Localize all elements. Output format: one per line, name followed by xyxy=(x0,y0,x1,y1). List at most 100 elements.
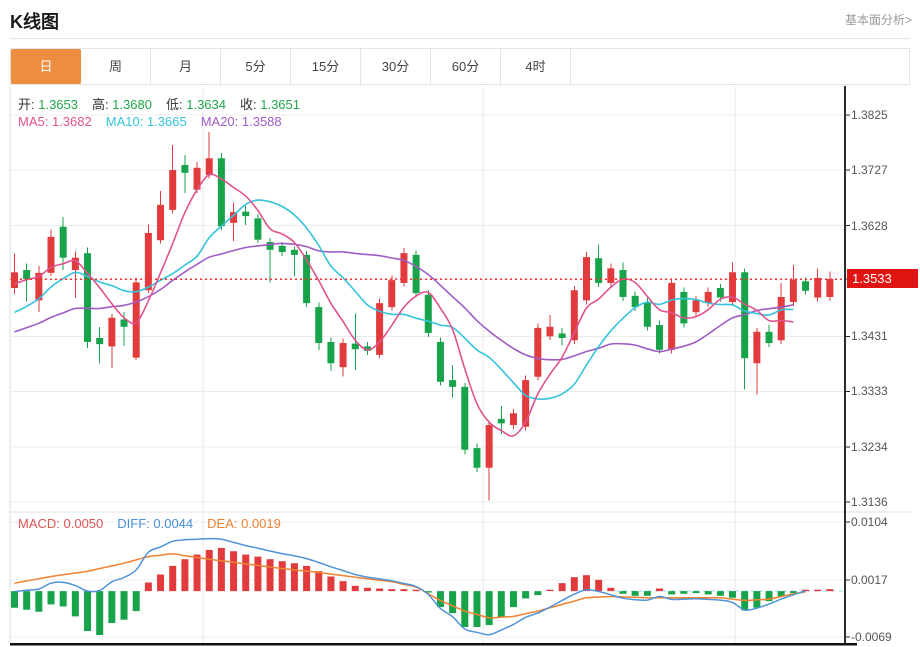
legend-item: 收: 1.3651 xyxy=(240,97,300,112)
price-tick-label: 1.3136 xyxy=(851,495,888,509)
macd-bar-up xyxy=(169,566,176,591)
candle-body-up xyxy=(705,292,712,303)
macd-bar-down xyxy=(717,591,724,596)
candle-body-up xyxy=(108,318,115,347)
macd-bar-down xyxy=(449,591,456,613)
legend-item: 开: 1.3653 xyxy=(18,97,78,112)
macd-bar-down xyxy=(121,591,128,620)
ma20-line xyxy=(15,243,794,360)
macd-bar-up xyxy=(814,590,821,591)
macd-tick-label: 0.0017 xyxy=(851,573,888,587)
macd-bar-up xyxy=(206,550,213,591)
candle-body-up xyxy=(72,258,79,270)
macd-bar-down xyxy=(498,591,505,617)
macd-tick-label: 0.0104 xyxy=(851,515,888,529)
price-tick-label: 1.3431 xyxy=(851,329,888,343)
candle-body-up xyxy=(388,280,395,307)
macd-bar-down xyxy=(644,591,651,596)
candle-body-down xyxy=(254,218,261,239)
macd-bar-up xyxy=(413,590,420,591)
legend-item: DEA: 0.0019 xyxy=(207,516,281,531)
price-tick-label: 1.3628 xyxy=(851,219,888,233)
macd-bar-up xyxy=(157,575,164,592)
ma5-line xyxy=(15,174,794,436)
candle-body-up xyxy=(145,233,152,290)
legend-item: MA20: 1.3588 xyxy=(201,114,282,129)
macd-bar-up xyxy=(388,589,395,591)
macd-bar-down xyxy=(35,591,42,612)
candle-body-down xyxy=(559,333,566,337)
macd-bar-up xyxy=(656,588,663,591)
candle-body-down xyxy=(717,288,724,298)
macd-bar-down xyxy=(680,591,687,594)
candle-body-up xyxy=(534,328,541,377)
macd-bar-down xyxy=(60,591,67,606)
macd-bar-up xyxy=(327,577,334,592)
price-tick-label: 1.3727 xyxy=(851,163,888,177)
macd-bar-up xyxy=(267,559,274,591)
macd-bar-up xyxy=(595,580,602,591)
legend-item: 高: 1.3680 xyxy=(92,97,152,112)
macd-bar-up xyxy=(352,586,359,591)
legend-item: DIFF: 0.0044 xyxy=(117,516,193,531)
macd-bar-down xyxy=(108,591,115,623)
candle-body-up xyxy=(169,170,176,210)
macd-bar-up xyxy=(571,577,578,591)
candle-body-up xyxy=(157,205,164,240)
legend-item: MA10: 1.3665 xyxy=(106,114,187,129)
candle-body-down xyxy=(620,270,627,297)
price-tick-label: 1.3234 xyxy=(851,440,888,454)
candle-body-down xyxy=(181,165,188,173)
candle-body-down xyxy=(473,448,480,468)
macd-bar-down xyxy=(668,591,675,594)
macd-bar-up xyxy=(254,557,261,592)
candle-body-down xyxy=(291,250,298,255)
macd-bar-down xyxy=(133,591,140,611)
macd-bar-up xyxy=(583,575,590,591)
macd-bar-down xyxy=(693,591,700,593)
candle-body-down xyxy=(766,332,773,343)
macd-bar-up xyxy=(291,563,298,591)
candle-body-down xyxy=(23,270,30,279)
candle-body-down xyxy=(60,227,67,258)
price-tick-label: 1.3333 xyxy=(851,384,888,398)
candle-body-up xyxy=(778,297,785,340)
candle-body-down xyxy=(267,242,274,250)
candle-body-down xyxy=(425,295,432,333)
legend-item: MA5: 1.3682 xyxy=(18,114,92,129)
candle-body-down xyxy=(802,281,809,291)
ma10-line xyxy=(15,200,794,399)
macd-bar-down xyxy=(461,591,468,627)
macd-bar-down xyxy=(23,591,30,610)
macd-bar-down xyxy=(522,591,529,598)
price-tick-label: 1.3825 xyxy=(851,108,888,122)
candle-body-up xyxy=(510,413,517,425)
candle-body-up xyxy=(753,332,760,363)
macd-bar-down xyxy=(473,591,480,627)
macd-bar-up xyxy=(242,555,249,592)
candle-body-down xyxy=(461,387,468,450)
macd-bar-up xyxy=(376,588,383,591)
kline-widget: K线图 基本面分析> 日周月5分15分30分60分4时 开: 1.3653高: … xyxy=(0,0,920,647)
macd-bar-down xyxy=(705,591,712,594)
macd-bar-down xyxy=(84,591,91,631)
macd-bar-up xyxy=(145,582,152,591)
macd-bar-down xyxy=(729,591,736,598)
bottom-axis-bar xyxy=(10,643,857,646)
macd-bar-up xyxy=(279,561,286,591)
macd-bar-down xyxy=(620,591,627,594)
kline-chart[interactable]: 开: 1.3653高: 1.3680低: 1.3634收: 1.3651 MA5… xyxy=(0,0,920,647)
macd-bar-up xyxy=(230,551,237,591)
macd-bar-down xyxy=(11,591,18,608)
candle-body-up xyxy=(814,278,821,298)
candle-body-up xyxy=(607,268,614,283)
candle-body-down xyxy=(437,342,444,382)
macd-bar-up xyxy=(218,548,225,591)
candle-body-down xyxy=(498,419,505,423)
candle-body-down xyxy=(242,212,249,216)
macd-bar-down xyxy=(72,591,79,616)
candle-body-up xyxy=(693,300,700,312)
candle-body-down xyxy=(327,342,334,363)
candle-body-down xyxy=(279,246,286,252)
macd-bar-up xyxy=(315,571,322,591)
